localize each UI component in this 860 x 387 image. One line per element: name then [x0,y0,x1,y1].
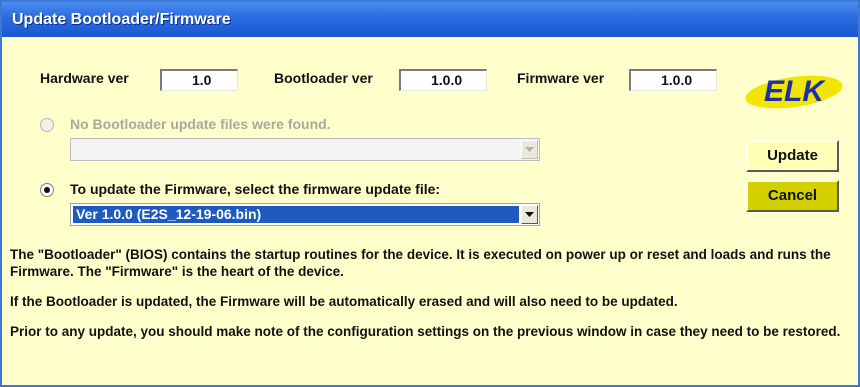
bootloader-file-select[interactable] [70,138,540,161]
chevron-down-icon [525,147,534,152]
update-dialog: Update Bootloader/Firmware Hardware ver … [0,0,860,387]
firmware-file-select[interactable]: Ver 1.0.0 (E2S_12-19-06.bin) [70,203,540,226]
firmware-ver-field: 1.0.0 [629,69,717,91]
update-button[interactable]: Update [746,140,839,172]
chevron-down-icon [525,212,534,217]
firmware-ver-label: Firmware ver [517,70,605,86]
hardware-ver-field: 1.0 [160,69,238,91]
info-bootloader-text: The "Bootloader" (BIOS) contains the sta… [10,247,831,279]
dialog-content: Hardware ver 1.0 Bootloader ver 1.0.0 Fi… [2,37,858,385]
info-erase-warning-text: If the Bootloader is updated, the Firmwa… [10,294,678,309]
bootloader-file-value [73,141,519,158]
firmware-dropdown-button[interactable] [521,205,538,224]
info-note-settings-text: Prior to any update, you should make not… [10,324,841,339]
radio-on-icon[interactable] [40,183,54,197]
hardware-ver-label: Hardware ver [40,70,129,86]
bootloader-ver-field: 1.0.0 [399,69,487,91]
firmware-file-value: Ver 1.0.0 (E2S_12-19-06.bin) [73,206,519,223]
bootloader-option-label: No Bootloader update files were found. [70,116,331,132]
dialog-titlebar: Update Bootloader/Firmware [2,2,858,37]
elk-logo: ELK [745,75,843,109]
radio-off-disabled-icon[interactable] [40,118,54,132]
bootloader-dropdown-button[interactable] [521,140,538,159]
cancel-button[interactable]: Cancel [746,180,839,212]
elk-logo-text: ELK [764,75,826,108]
bootloader-ver-label: Bootloader ver [274,70,373,86]
firmware-option-label: To update the Firmware, select the firmw… [70,181,441,197]
